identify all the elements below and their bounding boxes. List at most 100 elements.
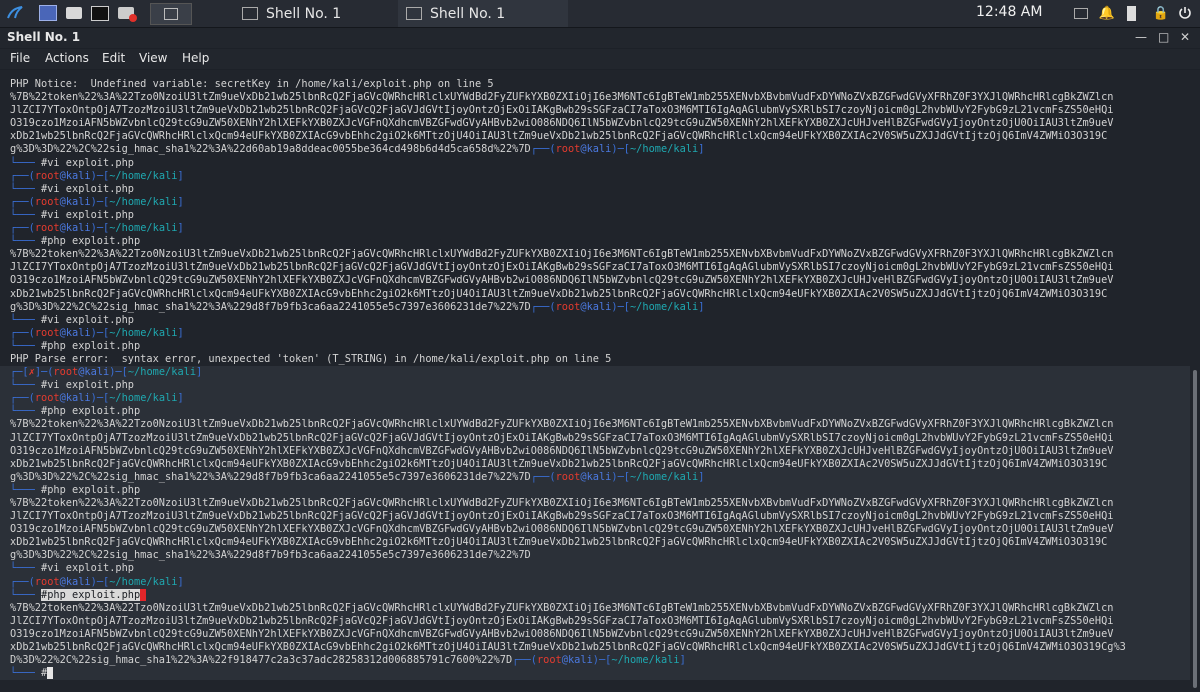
- terminal-line: O319czo1MzoiAFN5bWZvbnlcQ29tcG9uZW50XENh…: [10, 274, 1190, 287]
- menu-view[interactable]: View: [139, 51, 167, 65]
- window-titlebar[interactable]: Shell No. 1 — □ ✕: [0, 28, 1200, 48]
- prompt-tree: └───: [10, 156, 41, 169]
- prompt-user: root: [34, 575, 60, 588]
- output-text: xDb21wb25lbnRcQ2FjaGVcQWRhcHRlclxQcm94eU…: [10, 536, 1108, 549]
- prompt-tree: └───: [10, 339, 41, 352]
- output-text: JlZCI7YToxOntpOjA7TzozMzoiU3ltZm9ueVxDb2…: [10, 510, 1114, 523]
- terminal-line: └─── #php exploit.php: [10, 340, 1190, 353]
- menu-file[interactable]: File: [10, 51, 30, 65]
- battery-icon[interactable]: [1122, 3, 1140, 23]
- terminal-line: %7B%22token%22%3A%22Tzo0NzoiU3ltZm9ueVxD…: [0, 418, 1190, 432]
- prompt-tree: )─[: [90, 195, 110, 208]
- terminal-line: └─── #: [0, 667, 1190, 681]
- prompt-tree: └───: [10, 235, 41, 248]
- terminal-line: JlZCI7YToxOntpOjA7TzozMzoiU3ltZm9ueVxDb2…: [0, 431, 1190, 445]
- command-text: #vi exploit.php: [41, 156, 134, 169]
- prompt-tree: └───: [10, 379, 41, 392]
- menu-actions[interactable]: Actions: [45, 51, 89, 65]
- minimize-icon[interactable]: —: [1135, 30, 1147, 44]
- output-text: JlZCI7YToxOntpOjA7TzozMzoiU3ltZm9ueVxDb2…: [10, 614, 1114, 627]
- terminal-line: └─── #vi exploit.php: [10, 209, 1190, 222]
- clock[interactable]: 12:48 AM: [976, 4, 1042, 20]
- terminal-line: %7B%22token%22%3A%22Tzo0NzoiU3ltZm9ueVxD…: [10, 91, 1190, 104]
- terminal-output[interactable]: PHP Notice: Undefined variable: secretKe…: [0, 70, 1190, 692]
- output-text: O319czo1MzoiAFN5bWZvbnlcQ29tcG9uZW50XENh…: [10, 117, 1114, 130]
- terminal-line: JlZCI7YToxOntpOjA7TzozMzoiU3ltZm9ueVxDb2…: [0, 510, 1190, 524]
- prompt-tree: ┌──(: [10, 195, 35, 208]
- prompt-tree: ┌──(: [10, 392, 35, 405]
- command-text: #vi exploit.php: [41, 208, 134, 221]
- menu-bar: File Actions Edit View Help: [0, 49, 1200, 69]
- prompt-tree: ┌──(: [530, 470, 556, 483]
- terminal-line: g%3D%3D%22%2C%22sig_hmac_sha1%22%3A%22d6…: [10, 143, 1190, 156]
- terminal-line: xDb21wb25lbnRcQ2FjaGVcQWRhcHRlclxQcm94eU…: [0, 641, 1190, 655]
- close-icon[interactable]: ✕: [1180, 30, 1190, 44]
- output-text: O319czo1MzoiAFN5bWZvbnlcQ29tcG9uZW50XENh…: [10, 523, 1114, 536]
- menu-help[interactable]: Help: [182, 51, 209, 65]
- kali-menu-icon[interactable]: [4, 3, 26, 23]
- workspace-1-button[interactable]: [150, 3, 192, 25]
- scrollbar-thumb[interactable]: [1193, 370, 1197, 688]
- output-text: %7B%22token%22%3A%22Tzo0NzoiU3ltZm9ueVxD…: [10, 91, 1114, 104]
- terminal-line: └─── #vi exploit.php: [10, 157, 1190, 170]
- taskbar-item-label: Shell No. 1: [430, 5, 506, 22]
- terminal-line: D%3D%22%2C%22sig_hmac_sha1%22%3A%22f9184…: [0, 654, 1190, 668]
- prompt-tree: ]: [177, 392, 184, 405]
- output-text: O319czo1MzoiAFN5bWZvbnlcQ29tcG9uZW50XENh…: [10, 627, 1114, 640]
- browser-icon[interactable]: [115, 3, 137, 23]
- prompt-tree: ]─(: [34, 366, 54, 379]
- lock-icon[interactable]: 🔒: [1152, 3, 1170, 23]
- output-text: xDb21wb25lbnRcQ2FjaGVcQWRhcHRlclxQcm94eU…: [10, 641, 1126, 654]
- selected-command-text: #php exploit.php: [41, 588, 141, 601]
- prompt-host: @kali: [59, 222, 91, 235]
- prompt-tree: ]: [196, 366, 203, 379]
- maximize-icon[interactable]: □: [1158, 30, 1169, 44]
- prompt-tree: ]: [679, 654, 686, 667]
- terminal-line: ┌──(root@kali)─[~/home/kali]: [10, 222, 1190, 235]
- prompt-tree: )─[: [90, 326, 110, 339]
- prompt-tree: )─[: [109, 366, 128, 379]
- taskbar-item-label: Shell No. 1: [266, 5, 342, 22]
- terminal-line: ┌──(root@kali)─[~/home/kali]: [0, 392, 1190, 406]
- prompt-path: ~/home/kali: [109, 575, 178, 588]
- prompt-path: ~/home/kali: [109, 169, 178, 182]
- menu-edit[interactable]: Edit: [102, 51, 125, 65]
- output-text: JlZCI7YToxOntpOjA7TzozMzoiU3ltZm9ueVxDb2…: [10, 431, 1114, 444]
- notification-bell-icon[interactable]: 🔔: [1098, 3, 1116, 23]
- terminal-line: └─── #php exploit.php: [0, 483, 1190, 497]
- taskbar-item-shell-2[interactable]: Shell No. 1: [398, 0, 568, 27]
- prompt-host: @kali: [561, 654, 593, 667]
- prompt-tree: )─[: [592, 654, 612, 667]
- terminal-line: └─── #vi exploit.php: [10, 183, 1190, 196]
- prompt-tree: ┌──(: [10, 169, 35, 182]
- desktop-icon[interactable]: [38, 3, 58, 23]
- output-text: PHP Parse error: syntax error, unexpecte…: [10, 352, 612, 365]
- prompt-path: ~/home/kali: [127, 366, 197, 379]
- output-text: xDb21wb25lbnRcQ2FjaGVcQWRhcHRlclxQcm94eU…: [10, 457, 1108, 470]
- terminal-line: xDb21wb25lbnRcQ2FjaGVcQWRhcHRlclxQcm94eU…: [0, 457, 1190, 471]
- terminal-line: %7B%22token%22%3A%22Tzo0NzoiU3ltZm9ueVxD…: [10, 248, 1190, 261]
- output-text: D%3D%22%2C%22sig_hmac_sha1%22%3A%22f9184…: [10, 654, 513, 667]
- prompt-tree: └───: [10, 182, 41, 195]
- terminal-line: JlZCI7YToxOntpOjA7TzozMzoiU3ltZm9ueVxDb2…: [0, 614, 1190, 628]
- prompt-tree: ]: [177, 169, 184, 182]
- command-text: #php exploit.php: [41, 483, 141, 496]
- taskbar-item-shell-1[interactable]: Shell No. 1: [234, 0, 394, 27]
- prompt-host: @kali: [580, 300, 612, 313]
- power-icon[interactable]: [1176, 3, 1194, 23]
- terminal-line: %7B%22token%22%3A%22Tzo0NzoiU3ltZm9ueVxD…: [0, 497, 1190, 511]
- prompt-path: ~/home/kali: [109, 392, 178, 405]
- prompt-tree: )─[: [611, 300, 630, 313]
- prompt-host: @kali: [59, 169, 91, 182]
- terminal-icon[interactable]: [90, 3, 110, 23]
- prompt-path: ~/home/kali: [109, 222, 178, 235]
- terminal-line: └─── #php exploit.php: [0, 588, 1190, 602]
- prompt-path: ~/home/kali: [629, 143, 699, 156]
- file-manager-icon[interactable]: [64, 3, 84, 23]
- output-text: O319czo1MzoiAFN5bWZvbnlcQ29tcG9uZW50XENh…: [10, 444, 1114, 457]
- output-text: %7B%22token%22%3A%22Tzo0NzoiU3ltZm9ueVxD…: [10, 497, 1114, 509]
- terminal-line: └─── #vi exploit.php: [0, 379, 1190, 393]
- terminal-line: g%3D%3D%22%2C%22sig_hmac_sha1%22%3A%229d…: [10, 301, 1190, 314]
- monitor-icon[interactable]: [1072, 3, 1090, 23]
- terminal-icon: [406, 7, 422, 20]
